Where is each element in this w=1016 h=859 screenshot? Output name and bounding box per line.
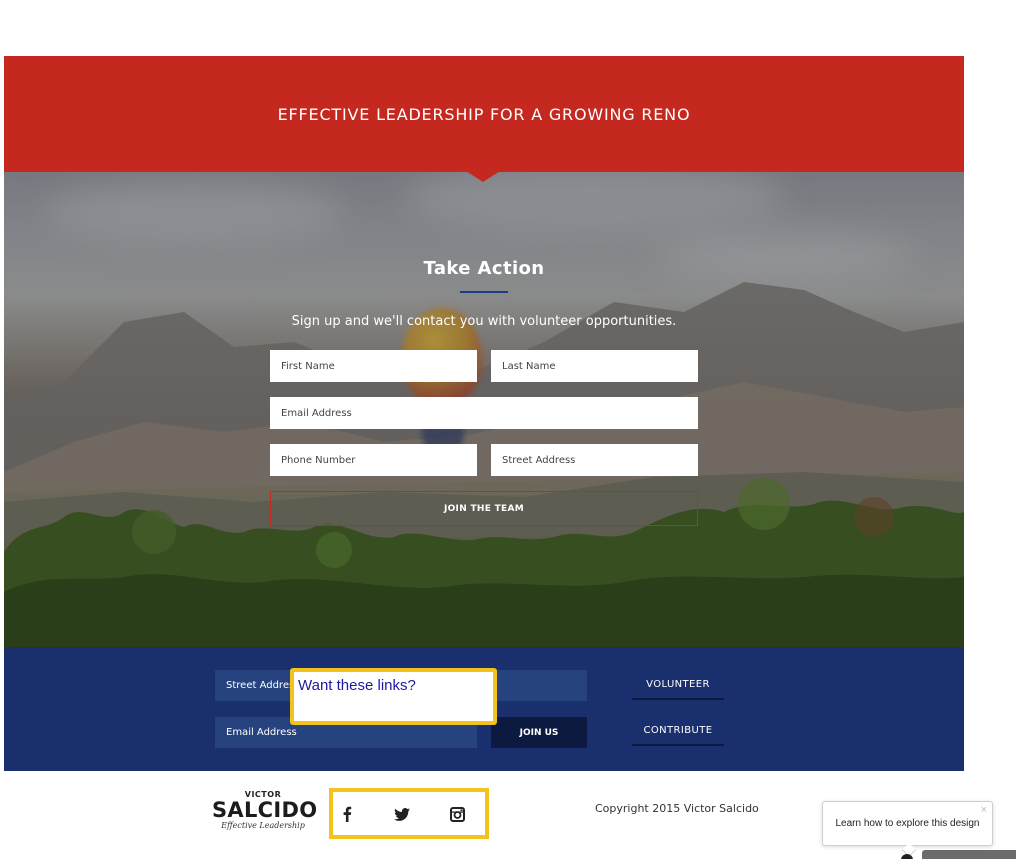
links-tooltip: Want these links? bbox=[290, 668, 497, 725]
logo-tagline: Effective Leadership bbox=[221, 821, 305, 830]
volunteer-link[interactable]: VOLUNTEER bbox=[632, 670, 724, 700]
contribute-link[interactable]: CONTRIBUTE bbox=[632, 716, 724, 746]
instagram-icon[interactable] bbox=[447, 804, 467, 824]
hotspot-dot[interactable] bbox=[901, 854, 913, 859]
banner-title: EFFECTIVE LEADERSHIP FOR A GROWING RENO bbox=[277, 104, 691, 124]
email-placeholder: Email Address bbox=[281, 407, 352, 419]
heading-divider bbox=[460, 291, 508, 293]
email-field[interactable]: Email Address bbox=[270, 397, 698, 429]
last-name-placeholder: Last Name bbox=[502, 360, 556, 372]
twitter-icon[interactable] bbox=[392, 804, 412, 824]
close-icon[interactable]: × bbox=[981, 804, 987, 816]
take-action-form: Take Action Sign up and we'll contact yo… bbox=[4, 172, 964, 647]
band-street-placeholder: Street Address bbox=[226, 680, 300, 691]
banner-notch bbox=[466, 171, 500, 182]
phone-placeholder: Phone Number bbox=[281, 454, 356, 466]
join-us-button[interactable]: JOIN US bbox=[491, 717, 587, 748]
site-logo[interactable]: VICTOR SALCIDO Effective Leadership bbox=[212, 790, 318, 831]
facebook-icon[interactable] bbox=[337, 804, 357, 824]
last-name-field[interactable]: Last Name bbox=[491, 350, 698, 382]
learn-design-popup[interactable]: Learn how to explore this design × bbox=[822, 801, 993, 846]
first-name-field[interactable]: First Name bbox=[270, 350, 477, 382]
street-placeholder: Street Address bbox=[502, 454, 576, 466]
hero-section: Take Action Sign up and we'll contact yo… bbox=[4, 172, 964, 647]
header-banner: EFFECTIVE LEADERSHIP FOR A GROWING RENO bbox=[4, 56, 964, 172]
street-address-field[interactable]: Street Address bbox=[491, 444, 698, 476]
corner-tab[interactable] bbox=[922, 850, 1016, 859]
phone-field[interactable]: Phone Number bbox=[270, 444, 477, 476]
band-email-placeholder: Email Address bbox=[226, 727, 297, 738]
social-links bbox=[329, 788, 489, 839]
join-the-team-button[interactable]: JOIN THE TEAM bbox=[270, 491, 698, 526]
first-name-placeholder: First Name bbox=[281, 360, 335, 372]
tooltip-text: Want these links? bbox=[298, 677, 416, 694]
logo-last-name: SALCIDO bbox=[212, 798, 318, 822]
section-heading: Take Action bbox=[423, 258, 545, 279]
copyright-text: Copyright 2015 Victor Salcido bbox=[595, 802, 759, 815]
section-subtitle: Sign up and we'll contact you with volun… bbox=[291, 314, 677, 329]
learn-popup-text: Learn how to explore this design bbox=[835, 818, 980, 829]
